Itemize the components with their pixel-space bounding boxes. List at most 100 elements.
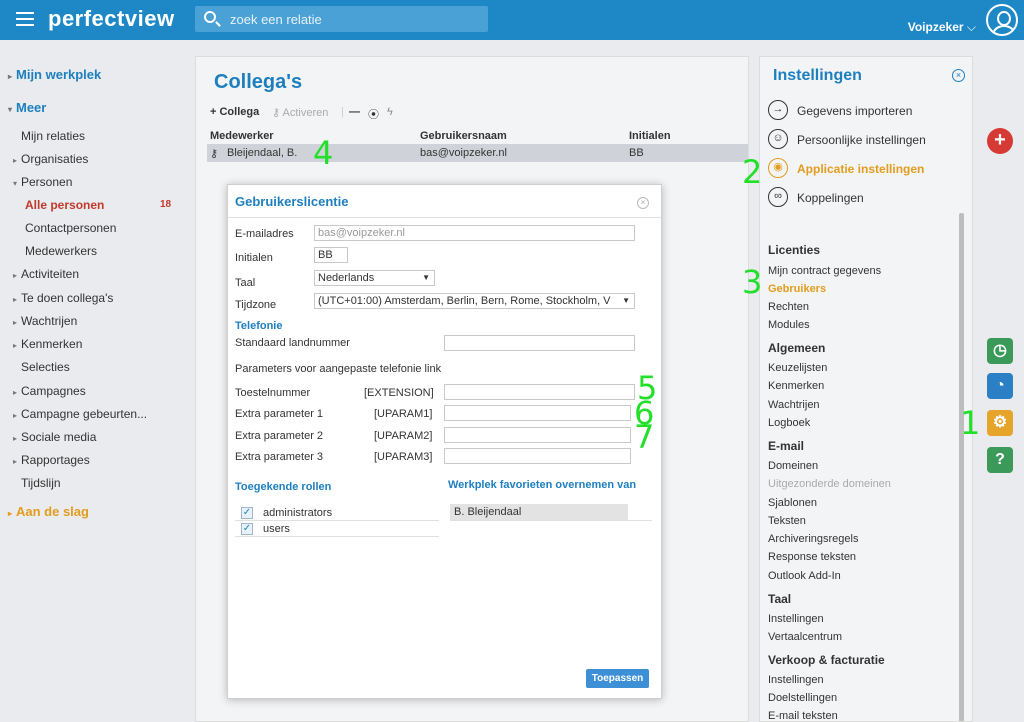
sidebar-item-meer[interactable]: ▾ Meer xyxy=(8,98,46,118)
column-header-medewerker[interactable]: Medewerker xyxy=(210,130,274,142)
speedometer-icon[interactable]: ◔ xyxy=(987,373,1013,399)
link-archiveringsregels[interactable]: Archiveringsregels xyxy=(768,533,858,545)
link-keuzelijsten[interactable]: Keuzelijsten xyxy=(768,362,827,374)
link-outlook[interactable]: Outlook Add-In xyxy=(768,570,841,582)
link-icon: ∞ xyxy=(768,187,788,207)
avatar[interactable] xyxy=(986,4,1018,36)
history-icon[interactable]: ◷ xyxy=(987,338,1013,364)
link-wachtrijen[interactable]: Wachtrijen xyxy=(768,399,820,411)
menu-icon[interactable] xyxy=(16,12,34,26)
scrollbar[interactable] xyxy=(959,213,964,721)
arrow-right-icon: → xyxy=(768,100,788,120)
link-domeinen[interactable]: Domeinen xyxy=(768,460,818,472)
link-logboek[interactable]: Logboek xyxy=(768,417,810,429)
sidebar-item-label: Meer xyxy=(16,100,47,115)
initialen-field[interactable]: BB xyxy=(314,247,348,263)
sidebar-item-sociale-media[interactable]: ▸ Sociale media xyxy=(13,427,96,447)
app-logo[interactable]: perfectview xyxy=(48,6,175,32)
sidebar-item-rapportages[interactable]: ▸ Rapportages xyxy=(13,450,90,470)
email-field[interactable]: bas@voipzeker.nl xyxy=(314,225,635,241)
link-mijn-contract[interactable]: Mijn contract gegevens xyxy=(768,265,881,277)
sidebar-item-label: Te doen collega's xyxy=(21,291,114,305)
settings-title: Instellingen xyxy=(773,67,862,84)
activate-button[interactable]: ⚷ Activeren xyxy=(272,106,328,119)
annotation-7: 7 xyxy=(634,418,655,456)
sidebar-item-kenmerken[interactable]: ▸ Kenmerken xyxy=(13,334,82,354)
flash-icon[interactable]: ϟ xyxy=(387,106,393,118)
search-box[interactable] xyxy=(195,6,488,32)
cell-initials: BB xyxy=(629,147,644,159)
help-icon[interactable]: ? xyxy=(987,447,1013,473)
link-sjablonen[interactable]: Sjablonen xyxy=(768,497,817,509)
sidebar-item-campagnes[interactable]: ▸ Campagnes xyxy=(13,381,86,401)
uparam2-code: [UPARAM2] xyxy=(374,430,433,442)
param2-label: Extra parameter 2 xyxy=(235,430,324,442)
sidebar-item-activiteiten[interactable]: ▸ Activiteiten xyxy=(13,264,79,284)
sidebar-item-aan-de-slag[interactable]: ▸ Aan de slag xyxy=(8,502,89,522)
chevron-down-icon: ▼ xyxy=(622,294,630,308)
sidebar-item-te-doen[interactable]: ▸ Te doen collega's xyxy=(13,288,113,308)
remove-button[interactable]: — xyxy=(349,106,360,118)
link-email-teksten[interactable]: E-mail teksten xyxy=(768,710,838,721)
annotation-2: 2 xyxy=(742,153,763,191)
favorieten-select[interactable]: B. Bleijendaal xyxy=(450,504,628,520)
tijdzone-select[interactable]: (UTC+01:00) Amsterdam, Berlin, Bern, Rom… xyxy=(314,293,635,309)
user-menu[interactable]: Voipzeker ⌵ xyxy=(908,20,976,35)
sidebar-item-personen[interactable]: ▾ Personen xyxy=(13,172,72,192)
sidebar-item-alle-personen[interactable]: Alle personen 18 xyxy=(25,195,185,215)
chevron-down-icon: ▾ xyxy=(13,179,18,188)
sidebar-item-contactpersonen[interactable]: Contactpersonen xyxy=(25,218,116,238)
fingerprint-icon[interactable]: ⦿ xyxy=(368,106,379,122)
sidebar-item-mijn-relaties[interactable]: Mijn relaties xyxy=(21,126,85,146)
sidebar-item-wachtrijen[interactable]: ▸ Wachtrijen xyxy=(13,311,77,331)
close-icon[interactable]: × xyxy=(952,69,965,82)
close-icon[interactable]: × xyxy=(637,197,649,209)
search-input[interactable] xyxy=(230,10,475,28)
link-gebruikers[interactable]: Gebruikers xyxy=(768,283,826,295)
sidebar-item-selecties[interactable]: Selecties xyxy=(21,357,70,377)
link-vertaalcentrum[interactable]: Vertaalcentrum xyxy=(768,631,842,643)
divider xyxy=(450,520,652,521)
landnummer-field[interactable] xyxy=(444,335,635,351)
add-icon[interactable]: + xyxy=(987,128,1013,154)
sidebar-item-label: Medewerkers xyxy=(25,244,98,258)
link-kenmerken[interactable]: Kenmerken xyxy=(768,380,824,392)
section-taal: Taal xyxy=(768,592,792,606)
sidebar-item-mijn-werkplek[interactable]: ▸ Mijn werkplek xyxy=(8,65,101,85)
sidebar-item-medewerkers[interactable]: Medewerkers xyxy=(25,241,97,261)
table-row[interactable]: ⚷ Bleijendaal, B. bas@voipzeker.nl BB xyxy=(207,144,748,162)
checkbox-users[interactable]: ✓ xyxy=(241,523,253,535)
add-colleague-button[interactable]: + Collega xyxy=(210,106,259,118)
param2-field[interactable] xyxy=(444,427,631,443)
link-teksten[interactable]: Teksten xyxy=(768,515,806,527)
link-rechten[interactable]: Rechten xyxy=(768,301,809,313)
top-bar: perfectview Voipzeker ⌵ xyxy=(0,0,1024,40)
link-doelstellingen[interactable]: Doelstellingen xyxy=(768,692,837,704)
column-header-initialen[interactable]: Initialen xyxy=(629,130,671,142)
apply-button[interactable]: Toepassen xyxy=(586,669,649,688)
user-name: Voipzeker xyxy=(907,20,964,34)
checkbox-administrators[interactable]: ✓ xyxy=(241,507,253,519)
link-instellingen-verkoop[interactable]: Instellingen xyxy=(768,674,824,686)
gear-icon[interactable]: ⚙ xyxy=(987,410,1013,436)
sidebar-item-campagne-gebeurtenissen[interactable]: ▸ Campagne gebeurten... xyxy=(13,404,147,424)
toestelnummer-field[interactable] xyxy=(444,384,635,400)
link-response-teksten[interactable]: Response teksten xyxy=(768,551,856,563)
sidebar: ▸ Mijn werkplek ▾ Meer Mijn relaties ▸ Orga… xyxy=(0,56,185,722)
location-icon: ◉ xyxy=(768,158,788,178)
dialog-header: Gebruikerslicentie × xyxy=(228,185,661,218)
sidebar-item-organisaties[interactable]: ▸ Organisaties xyxy=(13,149,88,169)
link-uitgezonderde-domeinen[interactable]: Uitgezonderde domeinen xyxy=(768,478,891,490)
sidebar-item-label: Rapportages xyxy=(21,453,90,467)
divider xyxy=(235,520,439,521)
param1-field[interactable] xyxy=(444,405,631,421)
taal-select[interactable]: Nederlands ▼ xyxy=(314,270,435,286)
sidebar-item-label: Organisaties xyxy=(21,152,89,166)
settings-panel: Instellingen × → Gegevens importeren ☺ Per… xyxy=(759,56,973,722)
link-modules[interactable]: Modules xyxy=(768,319,810,331)
chevron-right-icon: ▸ xyxy=(13,411,18,420)
link-instellingen[interactable]: Instellingen xyxy=(768,613,824,625)
sidebar-item-tijdslijn[interactable]: Tijdslijn xyxy=(21,473,61,493)
param3-field[interactable] xyxy=(444,448,631,464)
column-header-gebruikersnaam[interactable]: Gebruikersnaam xyxy=(420,130,507,142)
